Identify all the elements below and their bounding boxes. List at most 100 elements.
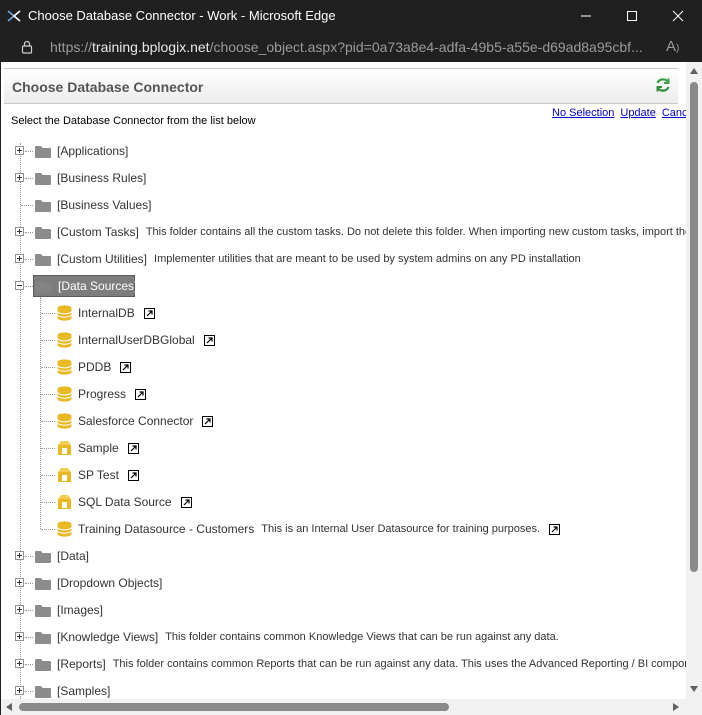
vertical-scrollbar[interactable] bbox=[686, 62, 702, 699]
expand-icon[interactable] bbox=[15, 146, 24, 155]
expand-icon[interactable] bbox=[15, 551, 24, 560]
node-label[interactable]: [Samples] bbox=[57, 684, 110, 698]
expand-icon[interactable] bbox=[15, 254, 24, 263]
folder-node[interactable]: [Business Values] bbox=[35, 195, 152, 215]
expand-icon[interactable] bbox=[15, 173, 24, 182]
tree-connector bbox=[25, 259, 33, 260]
tree-connector bbox=[41, 313, 55, 314]
scroll-up-icon[interactable] bbox=[690, 68, 698, 74]
minimize-button[interactable] bbox=[563, 0, 609, 32]
open-link-icon[interactable] bbox=[127, 469, 139, 481]
open-link-icon[interactable] bbox=[127, 442, 139, 454]
tree-connector bbox=[40, 297, 41, 529]
node-label[interactable]: Salesforce Connector bbox=[78, 414, 193, 428]
tree-connector bbox=[25, 637, 33, 638]
expand-icon[interactable] bbox=[15, 686, 24, 695]
folder-icon bbox=[35, 685, 51, 698]
node-label[interactable]: SQL Data Source bbox=[78, 495, 172, 509]
node-label[interactable]: [Dropdown Objects] bbox=[57, 576, 162, 590]
tree-connector bbox=[25, 151, 33, 152]
vertical-scroll-thumb[interactable] bbox=[690, 82, 698, 572]
folder-node[interactable]: [Custom Tasks] This folder contains all t… bbox=[35, 222, 701, 242]
datasource-node[interactable]: Sample bbox=[57, 438, 139, 458]
scroll-left-icon[interactable] bbox=[6, 703, 12, 711]
node-label[interactable]: [Business Values] bbox=[57, 198, 152, 212]
datasource-node[interactable]: Salesforce Connector bbox=[57, 411, 214, 431]
tree-connector bbox=[41, 529, 55, 530]
dialog-content: Choose Database Connector Select the Dat… bbox=[1, 62, 701, 714]
node-label[interactable]: Training Datasource - Customers bbox=[78, 522, 254, 536]
datasource-node[interactable]: Progress bbox=[57, 384, 147, 404]
expand-icon[interactable] bbox=[15, 605, 24, 614]
tree-connector bbox=[25, 664, 33, 665]
folder-node[interactable]: [Reports] This folder contains common Rep… bbox=[35, 654, 701, 674]
node-label[interactable]: [Custom Utilities] bbox=[57, 252, 147, 266]
node-label[interactable]: [Reports] bbox=[57, 657, 106, 671]
database-icon bbox=[57, 305, 72, 321]
node-label[interactable]: [Data Sources] bbox=[58, 279, 137, 293]
node-label[interactable]: [Business Rules] bbox=[57, 171, 146, 185]
node-label[interactable]: [Data] bbox=[57, 549, 89, 563]
tree-connector bbox=[41, 502, 55, 503]
lock-icon[interactable] bbox=[20, 40, 34, 54]
database-icon bbox=[57, 386, 72, 402]
node-label[interactable]: [Images] bbox=[57, 603, 103, 617]
node-label[interactable]: InternalDB bbox=[78, 306, 135, 320]
open-link-icon[interactable] bbox=[180, 496, 192, 508]
read-aloud-icon[interactable]: A) bbox=[666, 38, 679, 55]
datasource-node[interactable]: PDDB bbox=[57, 357, 132, 377]
datasource-node[interactable]: InternalDB bbox=[57, 303, 155, 323]
tree-connector bbox=[41, 367, 55, 368]
folder-node[interactable]: [Applications] bbox=[35, 141, 128, 161]
folder-node[interactable]: [Images] bbox=[35, 600, 103, 620]
folder-node[interactable]: [Knowledge Views] This folder contains co… bbox=[35, 627, 559, 647]
expand-icon[interactable] bbox=[15, 659, 24, 668]
maximize-icon bbox=[627, 11, 637, 21]
node-label[interactable]: Sample bbox=[78, 441, 119, 455]
open-link-icon[interactable] bbox=[549, 523, 561, 535]
node-label[interactable]: [Custom Tasks] bbox=[57, 225, 139, 239]
horizontal-scrollbar[interactable] bbox=[1, 699, 702, 715]
open-link-icon[interactable] bbox=[203, 334, 215, 346]
expand-icon[interactable] bbox=[15, 227, 24, 236]
node-label[interactable]: PDDB bbox=[78, 360, 111, 374]
maximize-button[interactable] bbox=[609, 0, 655, 32]
datasource-node[interactable]: Training Datasource - Customers This is a… bbox=[57, 519, 561, 539]
selected-folder-node[interactable]: [Data Sources] bbox=[33, 275, 137, 297]
tree-connector bbox=[41, 475, 55, 476]
folder-node[interactable]: [Dropdown Objects] bbox=[35, 573, 162, 593]
datasource-node[interactable]: SP Test bbox=[57, 465, 139, 485]
folder-node[interactable]: [Business Rules] bbox=[35, 168, 146, 188]
node-label[interactable]: [Applications] bbox=[57, 144, 128, 158]
open-link-icon[interactable] bbox=[202, 415, 214, 427]
node-label[interactable]: Progress bbox=[78, 387, 126, 401]
tree-connector bbox=[41, 394, 55, 395]
node-label[interactable]: SP Test bbox=[78, 468, 119, 482]
node-label[interactable]: [Knowledge Views] bbox=[57, 630, 158, 644]
datasource-node[interactable]: InternalUserDBGlobal bbox=[57, 330, 215, 350]
open-link-icon[interactable] bbox=[120, 361, 132, 373]
datasource-icon bbox=[57, 467, 72, 483]
collapse-icon[interactable] bbox=[15, 281, 24, 290]
folder-node[interactable]: [Samples] bbox=[35, 681, 110, 701]
tree-connector bbox=[41, 340, 55, 341]
folder-icon bbox=[35, 145, 51, 158]
address-bar[interactable]: https://training.bplogix.net/choose_obje… bbox=[0, 32, 702, 62]
object-tree: [Applications] [Business Rules] [Business … bbox=[1, 62, 701, 714]
tree-connector bbox=[25, 232, 33, 233]
node-label[interactable]: InternalUserDBGlobal bbox=[78, 333, 195, 347]
tree-connector bbox=[25, 178, 33, 179]
tree-connector bbox=[25, 556, 33, 557]
datasource-node[interactable]: SQL Data Source bbox=[57, 492, 192, 512]
expand-icon[interactable] bbox=[15, 578, 24, 587]
expand-icon[interactable] bbox=[15, 632, 24, 641]
open-link-icon[interactable] bbox=[143, 307, 155, 319]
scroll-right-icon[interactable] bbox=[673, 703, 679, 711]
folder-node[interactable]: [Custom Utilities] Implementer utilities … bbox=[35, 249, 581, 269]
open-link-icon[interactable] bbox=[135, 388, 147, 400]
scroll-down-icon[interactable] bbox=[690, 686, 698, 692]
url-text[interactable]: https://training.bplogix.net/choose_obje… bbox=[50, 39, 646, 55]
horizontal-scroll-thumb[interactable] bbox=[19, 703, 449, 711]
close-button[interactable] bbox=[655, 0, 701, 32]
folder-node[interactable]: [Data] bbox=[35, 546, 89, 566]
